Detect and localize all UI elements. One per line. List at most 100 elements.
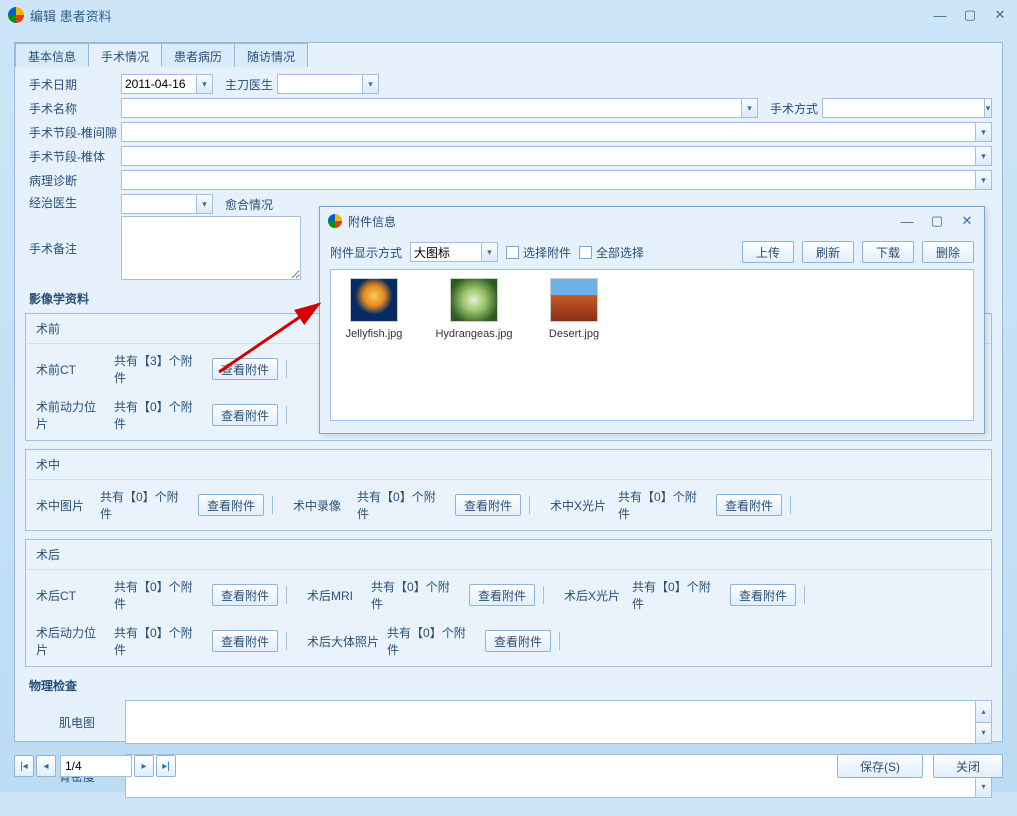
separator [804,586,805,604]
first-page-button[interactable]: |◂ [14,755,34,777]
post-gross-view-button[interactable]: 查看附件 [485,630,551,652]
save-button[interactable]: 保存(S) [837,754,923,778]
file-item-hydrangeas[interactable]: Hydrangeas.jpg [439,278,509,340]
post-ct-view-button[interactable]: 查看附件 [212,584,278,606]
post-gross-count: 共有【0】个附件 [387,624,477,658]
checkbox-icon [506,246,519,259]
select-attachment-label: 选择附件 [523,244,571,261]
attending-label: 经治医生 [25,194,117,211]
intra-pic-label: 术中图片 [36,497,92,514]
display-mode-input[interactable] [410,242,482,262]
popup-title: 附件信息 [348,213,898,230]
separator [790,496,791,514]
intra-vid-view-button[interactable]: 查看附件 [455,494,521,516]
post-mri-label: 术后MRI [307,587,363,604]
pathology-input[interactable] [121,170,976,190]
emg-textarea[interactable]: ▴ ▾ [125,700,992,744]
post-dyn-count: 共有【0】个附件 [114,624,204,658]
physical-title: 物理检查 [29,677,992,694]
select-all-label: 全部选择 [596,244,644,261]
surgery-date-dropdown[interactable]: ▾ [197,74,213,94]
file-item-desert[interactable]: Desert.jpg [539,278,609,340]
intra-op-group: 术中 术中图片 共有【0】个附件 查看附件 术中录像 共有【0】个附件 查看附件… [25,449,992,531]
maximize-button[interactable]: ▢ [961,6,979,24]
refresh-button[interactable]: 刷新 [802,241,854,263]
separator [559,632,560,650]
app-icon [8,7,24,23]
segment-body-dropdown[interactable]: ▾ [976,146,992,166]
intra-pic-view-button[interactable]: 查看附件 [198,494,264,516]
segment-body-input[interactable] [121,146,976,166]
close-button[interactable]: ✕ [991,6,1009,24]
tab-history[interactable]: 患者病历 [161,43,235,67]
popup-close-button[interactable]: ✕ [958,212,976,230]
attending-input[interactable] [121,194,197,214]
post-xray-label: 术后X光片 [564,587,624,604]
download-button[interactable]: 下载 [862,241,914,263]
page-input[interactable] [60,755,132,777]
emg-label: 肌电图 [25,700,125,731]
popup-app-icon [328,214,342,228]
intra-vid-label: 术中录像 [293,497,349,514]
remark-textarea[interactable] [121,216,301,280]
close-footer-button[interactable]: 关闭 [933,754,1003,778]
attachments-popup: 附件信息 — ▢ ✕ 附件显示方式 ▾ 选择附件 全部选择 上传 刷新 下载 删… [319,206,985,434]
tab-body: 手术日期 ▾ 主刀医生 ▾ 手术名称 ▾ 手术方式 ▾ [15,66,1002,816]
checkbox-icon [579,246,592,259]
post-dyn-label: 术后动力位片 [36,624,106,658]
post-mri-view-button[interactable]: 查看附件 [469,584,535,606]
separator [543,586,544,604]
surgery-method-dropdown[interactable]: ▾ [985,98,992,118]
segment-disc-input[interactable] [121,122,976,142]
surgery-date-input[interactable] [121,74,197,94]
pathology-dropdown[interactable]: ▾ [976,170,992,190]
pre-dyn-label: 术前动力位片 [36,398,106,432]
file-name: Jellyfish.jpg [346,328,403,340]
file-list: Jellyfish.jpg Hydrangeas.jpg Desert.jpg [330,269,974,421]
tab-surgery[interactable]: 手术情况 [88,43,162,67]
post-mri-count: 共有【0】个附件 [371,578,461,612]
emg-down-button[interactable]: ▾ [975,723,991,744]
delete-button[interactable]: 删除 [922,241,974,263]
post-xray-count: 共有【0】个附件 [632,578,722,612]
separator [272,496,273,514]
file-item-jellyfish[interactable]: Jellyfish.jpg [339,278,409,340]
minimize-button[interactable]: — [931,6,949,24]
last-page-button[interactable]: ▸| [156,755,176,777]
remark-label: 手术备注 [25,216,117,257]
surgery-method-input[interactable] [822,98,985,118]
separator [286,586,287,604]
surgery-name-input[interactable] [121,98,742,118]
surgeon-dropdown[interactable]: ▾ [363,74,379,94]
upload-button[interactable]: 上传 [742,241,794,263]
select-all-checkbox[interactable]: 全部选择 [579,244,644,261]
surgery-name-dropdown[interactable]: ▾ [742,98,758,118]
file-name: Desert.jpg [549,328,599,340]
window-title: 编辑 患者资料 [30,6,931,25]
intra-xray-count: 共有【0】个附件 [618,488,708,522]
segment-disc-dropdown[interactable]: ▾ [976,122,992,142]
surgery-method-label: 手术方式 [762,100,818,117]
tab-basic-info[interactable]: 基本信息 [15,43,89,67]
tab-followup[interactable]: 随访情况 [234,43,308,67]
post-dyn-view-button[interactable]: 查看附件 [212,630,278,652]
prev-page-button[interactable]: ◂ [36,755,56,777]
next-page-button[interactable]: ▸ [134,755,154,777]
surgery-name-label: 手术名称 [25,100,117,117]
intra-op-title: 术中 [26,450,991,480]
surgeon-input[interactable] [277,74,363,94]
intra-xray-view-button[interactable]: 查看附件 [716,494,782,516]
intra-pic-count: 共有【0】个附件 [100,488,190,522]
thumbnail-icon [450,278,498,322]
popup-minimize-button[interactable]: — [898,212,916,230]
popup-maximize-button[interactable]: ▢ [928,212,946,230]
attending-dropdown[interactable]: ▾ [197,194,213,214]
display-mode-dropdown[interactable]: ▾ [482,242,498,262]
pre-dyn-view-button[interactable]: 查看附件 [212,404,278,426]
post-ct-count: 共有【0】个附件 [114,578,204,612]
emg-up-button[interactable]: ▴ [975,701,991,723]
separator [286,360,287,378]
select-attachment-checkbox[interactable]: 选择附件 [506,244,571,261]
post-xray-view-button[interactable]: 查看附件 [730,584,796,606]
pre-ct-view-button[interactable]: 查看附件 [212,358,278,380]
